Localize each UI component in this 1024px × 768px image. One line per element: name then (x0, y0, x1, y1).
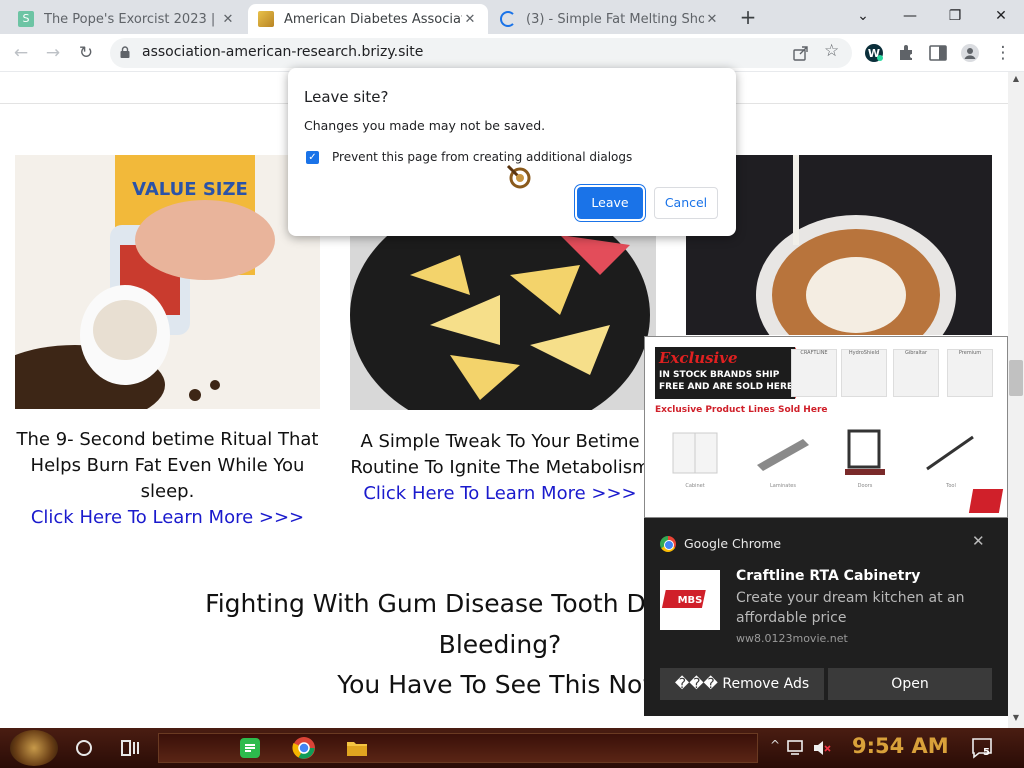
svg-text:MBS: MBS (678, 595, 703, 606)
notification-logo-icon: MBS (660, 570, 720, 630)
forward-button[interactable]: → (40, 40, 66, 66)
chrome-menu-button[interactable]: ⋮ (990, 40, 1016, 66)
network-icon[interactable] (786, 738, 806, 758)
lock-icon[interactable] (120, 46, 130, 58)
cabinet-image (672, 432, 718, 474)
notification-body: Create your dream kitchen at an affordab… (736, 590, 965, 626)
minimize-button[interactable]: — (887, 2, 933, 30)
page-scrollbar[interactable] (1008, 72, 1024, 728)
share-icon[interactable] (792, 44, 810, 62)
close-tab-icon[interactable]: ✕ (220, 12, 236, 27)
taskbar-clock[interactable]: 9:54 AM (852, 734, 949, 758)
side-panel-icon[interactable] (928, 43, 948, 63)
prevent-dialogs-checkbox[interactable]: ✓ (306, 151, 319, 164)
card-caption-1: The 9- Second betime Ritual That Helps B… (15, 427, 320, 531)
address-bar[interactable]: association-american-research.brizy.site… (110, 38, 852, 68)
ad-brand-tile: CRAFTLINE (791, 349, 837, 397)
tab-title: The Pope's Exorcist 2023 | So (44, 11, 220, 27)
task-view-icon[interactable] (118, 736, 142, 760)
back-button[interactable]: ← (8, 40, 34, 66)
show-hidden-icons-icon[interactable]: ^ (770, 738, 780, 752)
card-title: The 9- Second betime Ritual That Helps B… (16, 429, 319, 502)
tab-title: American Diabetes Association (284, 11, 462, 27)
ad-item-label: Tool (946, 483, 956, 489)
ad-brand-name: CRAFTLINE (800, 350, 828, 356)
tool-image (926, 435, 974, 471)
ad-tagline: Exclusive Product Lines Sold Here (655, 405, 828, 415)
scroll-down-arrow-icon[interactable]: ▼ (1008, 713, 1024, 727)
ad-headline: Exclusive (659, 349, 738, 367)
browser-toolbar: ← → ↻ association-american-research.briz… (0, 34, 1024, 72)
notification-title: Craftline RTA Cabinetry (736, 568, 921, 584)
ad-subheadline: IN STOCK BRANDS SHIP FREE AND ARE SOLD H… (659, 370, 794, 392)
leave-site-dialog: Leave site? Changes you made may not be … (288, 68, 736, 236)
ad-item-label: Cabinet (685, 483, 705, 489)
ad-brand-name: Gibraltar (904, 350, 928, 356)
cursor-icon (506, 164, 531, 189)
remove-ads-button[interactable]: ��� Remove Ads (660, 668, 824, 700)
file-explorer-icon[interactable] (345, 736, 369, 760)
chrome-notification[interactable]: Google Chrome ✕ MBS Craftline RTA Cabine… (644, 518, 1008, 716)
scrollbar-thumb[interactable] (1009, 360, 1023, 396)
learn-more-link[interactable]: Click Here To Learn More >>> (15, 505, 320, 531)
notification-source: ww8.0123movie.net (736, 632, 848, 645)
ad-brand-name: Premium (958, 350, 982, 356)
ad-brand-tile: Premium (947, 349, 993, 397)
ad-brand-tile: Gibraltar (893, 349, 939, 397)
extensions-puzzle-icon[interactable] (896, 43, 916, 63)
url-text[interactable]: association-american-research.brizy.site (142, 44, 423, 60)
tab-american-diabetes[interactable]: American Diabetes Association ✕ (248, 4, 488, 34)
reload-button[interactable]: ↻ (73, 40, 99, 66)
notification-close-icon[interactable]: ✕ (972, 532, 985, 550)
tab-fat-melting[interactable]: (3) - Simple Fat Melting Shorte ✕ (490, 4, 730, 34)
close-tab-icon[interactable]: ✕ (704, 12, 720, 27)
learn-more-link[interactable]: Click Here To Learn More >>> (345, 481, 655, 507)
svg-text:VALUE SIZE: VALUE SIZE (132, 179, 248, 200)
ad-brand-name: HydroShield (848, 350, 880, 356)
ad-item-label: Doors (857, 483, 873, 489)
tab-title: (3) - Simple Fat Melting Shorte (526, 11, 704, 27)
tab-strip: S The Pope's Exorcist 2023 | So ✕ Americ… (0, 0, 1024, 34)
baking-powder-image[interactable]: VALUE SIZE (15, 155, 320, 409)
chrome-logo-icon (660, 536, 676, 552)
close-window-button[interactable]: ✕ (978, 2, 1024, 30)
taskbar: ^ 9:54 AM 5 (0, 728, 1024, 768)
notification-app-name: Google Chrome (684, 536, 782, 551)
tab-search-button[interactable]: ⌄ (840, 2, 886, 30)
card-caption-2: A Simple Tweak To Your Betime Routine To… (345, 429, 655, 507)
profile-avatar-icon[interactable] (960, 43, 980, 63)
dialog-message: Changes you made may not be saved. (304, 118, 546, 133)
wordtune-extension-icon[interactable]: W (864, 43, 884, 63)
ad-item-label: Laminates (770, 483, 796, 489)
laminate-image (757, 439, 809, 471)
loading-spinner-icon (500, 11, 516, 27)
search-circle-icon[interactable] (72, 736, 96, 760)
action-center-icon[interactable] (970, 736, 994, 760)
volume-muted-icon[interactable] (812, 738, 832, 758)
close-tab-icon[interactable]: ✕ (462, 12, 478, 27)
dialog-title: Leave site? (304, 88, 389, 106)
start-button[interactable] (10, 730, 58, 766)
site-favicon-icon: S (18, 11, 34, 27)
leave-button[interactable]: Leave (577, 187, 643, 219)
tab-popes-exorcist[interactable]: S The Pope's Exorcist 2023 | So ✕ (8, 4, 246, 34)
cancel-button[interactable]: Cancel (654, 187, 718, 219)
scroll-up-arrow-icon[interactable]: ▲ (1008, 74, 1024, 88)
door-image (845, 429, 885, 475)
prevent-dialogs-label[interactable]: Prevent this page from creating addition… (332, 150, 632, 164)
chrome-taskbar-icon[interactable] (292, 736, 316, 760)
open-button[interactable]: Open (828, 668, 992, 700)
notes-app-icon[interactable] (238, 736, 262, 760)
ad-brand-tile: HydroShield (841, 349, 887, 397)
site-favicon-icon (258, 11, 274, 27)
maximize-button[interactable]: ❐ (932, 2, 978, 30)
lemon-pot-image[interactable] (350, 235, 656, 410)
notification-count-badge: 5 (983, 747, 990, 758)
card-title: A Simple Tweak To Your Betime Routine To… (350, 431, 650, 478)
new-tab-button[interactable]: + (736, 5, 760, 29)
ad-headline-box: Exclusive IN STOCK BRANDS SHIP FREE AND … (655, 347, 795, 399)
craftline-ad-banner[interactable]: Exclusive IN STOCK BRANDS SHIP FREE AND … (644, 336, 1008, 518)
bookmark-star-icon[interactable]: ☆ (824, 41, 839, 61)
ad-logo-icon (968, 489, 1004, 513)
